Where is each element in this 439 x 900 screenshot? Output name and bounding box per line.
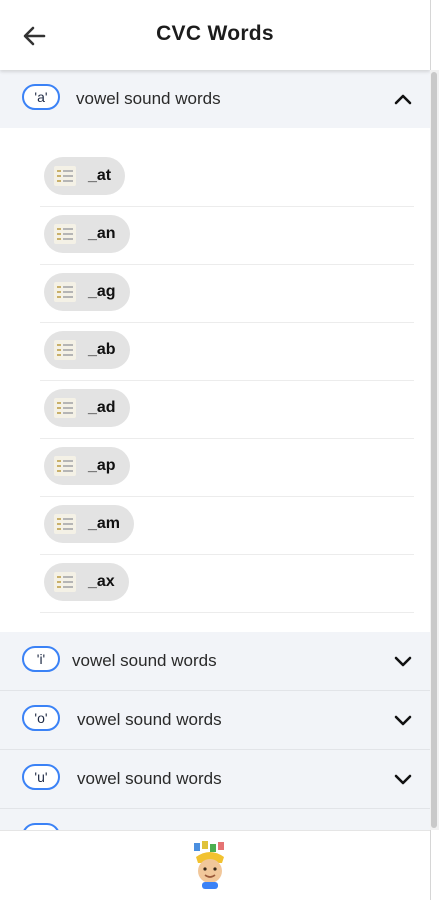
vowel-badge: 'o' <box>22 705 60 731</box>
word-chip-ax[interactable]: _ax <box>44 563 129 601</box>
word-label: _at <box>88 167 112 184</box>
word-chip-ag[interactable]: _ag <box>44 273 130 311</box>
list-item: _am <box>40 496 414 555</box>
document-list-icon <box>54 514 76 534</box>
document-list-icon <box>54 224 76 244</box>
list-item: _ax <box>40 554 414 613</box>
word-chip-at[interactable]: _at <box>44 157 126 195</box>
document-list-icon <box>54 456 76 476</box>
list-item: _ad <box>40 380 414 439</box>
vowel-badge: 'i' <box>22 646 60 672</box>
word-label: _ab <box>88 341 116 358</box>
document-list-icon <box>54 398 76 418</box>
section-header-o[interactable]: 'o' vowel sound words <box>0 691 430 750</box>
chevron-down-icon[interactable] <box>392 650 414 672</box>
list-item: _ap <box>40 438 414 497</box>
word-chip-ad[interactable]: _ad <box>44 389 130 427</box>
app-screen: CVC Words 'a' vowel sound words _at _an … <box>0 0 431 900</box>
scrollbar-thumb[interactable] <box>431 72 437 828</box>
section-label: vowel sound words <box>77 710 222 729</box>
document-list-icon <box>54 282 76 302</box>
kid-mascot-icon[interactable] <box>188 841 232 889</box>
word-label: _an <box>88 225 116 242</box>
section-header-i[interactable]: 'i' vowel sound words <box>0 632 430 691</box>
document-list-icon <box>54 340 76 360</box>
list-item: _ag <box>40 264 414 323</box>
list-item: _ab <box>40 322 414 381</box>
section-label: vowel sound words <box>72 651 217 670</box>
app-bar: CVC Words <box>0 0 430 70</box>
chevron-down-icon[interactable] <box>392 768 414 790</box>
word-label: _am <box>88 515 121 532</box>
vowel-badge: 'u' <box>22 764 60 790</box>
word-chip-ab[interactable]: _ab <box>44 331 130 369</box>
section-label: vowel sound words <box>77 769 222 788</box>
word-label: _ag <box>88 283 116 300</box>
bottom-bar <box>0 830 430 900</box>
section-header-a[interactable]: 'a' vowel sound words <box>0 70 430 129</box>
chevron-up-icon[interactable] <box>392 88 414 110</box>
word-chip-ap[interactable]: _ap <box>44 447 130 485</box>
section-header-u[interactable]: 'u' vowel sound words <box>0 750 430 809</box>
word-label: _ap <box>88 457 116 474</box>
word-chip-am[interactable]: _am <box>44 505 135 543</box>
list-item: _at <box>40 148 414 207</box>
section-label: vowel sound words <box>76 89 221 108</box>
chevron-down-icon[interactable] <box>392 709 414 731</box>
document-list-icon <box>54 166 76 186</box>
page-title: CVC Words <box>156 22 274 45</box>
word-label: _ad <box>88 399 116 416</box>
list-item: _an <box>40 206 414 265</box>
word-chip-an[interactable]: _an <box>44 215 130 253</box>
word-list-a: _at _an _ag _ab _ad _ap _am _ax <box>0 128 430 632</box>
document-list-icon <box>54 572 76 592</box>
word-label: _ax <box>88 573 115 590</box>
vowel-badge: 'a' <box>22 84 60 110</box>
